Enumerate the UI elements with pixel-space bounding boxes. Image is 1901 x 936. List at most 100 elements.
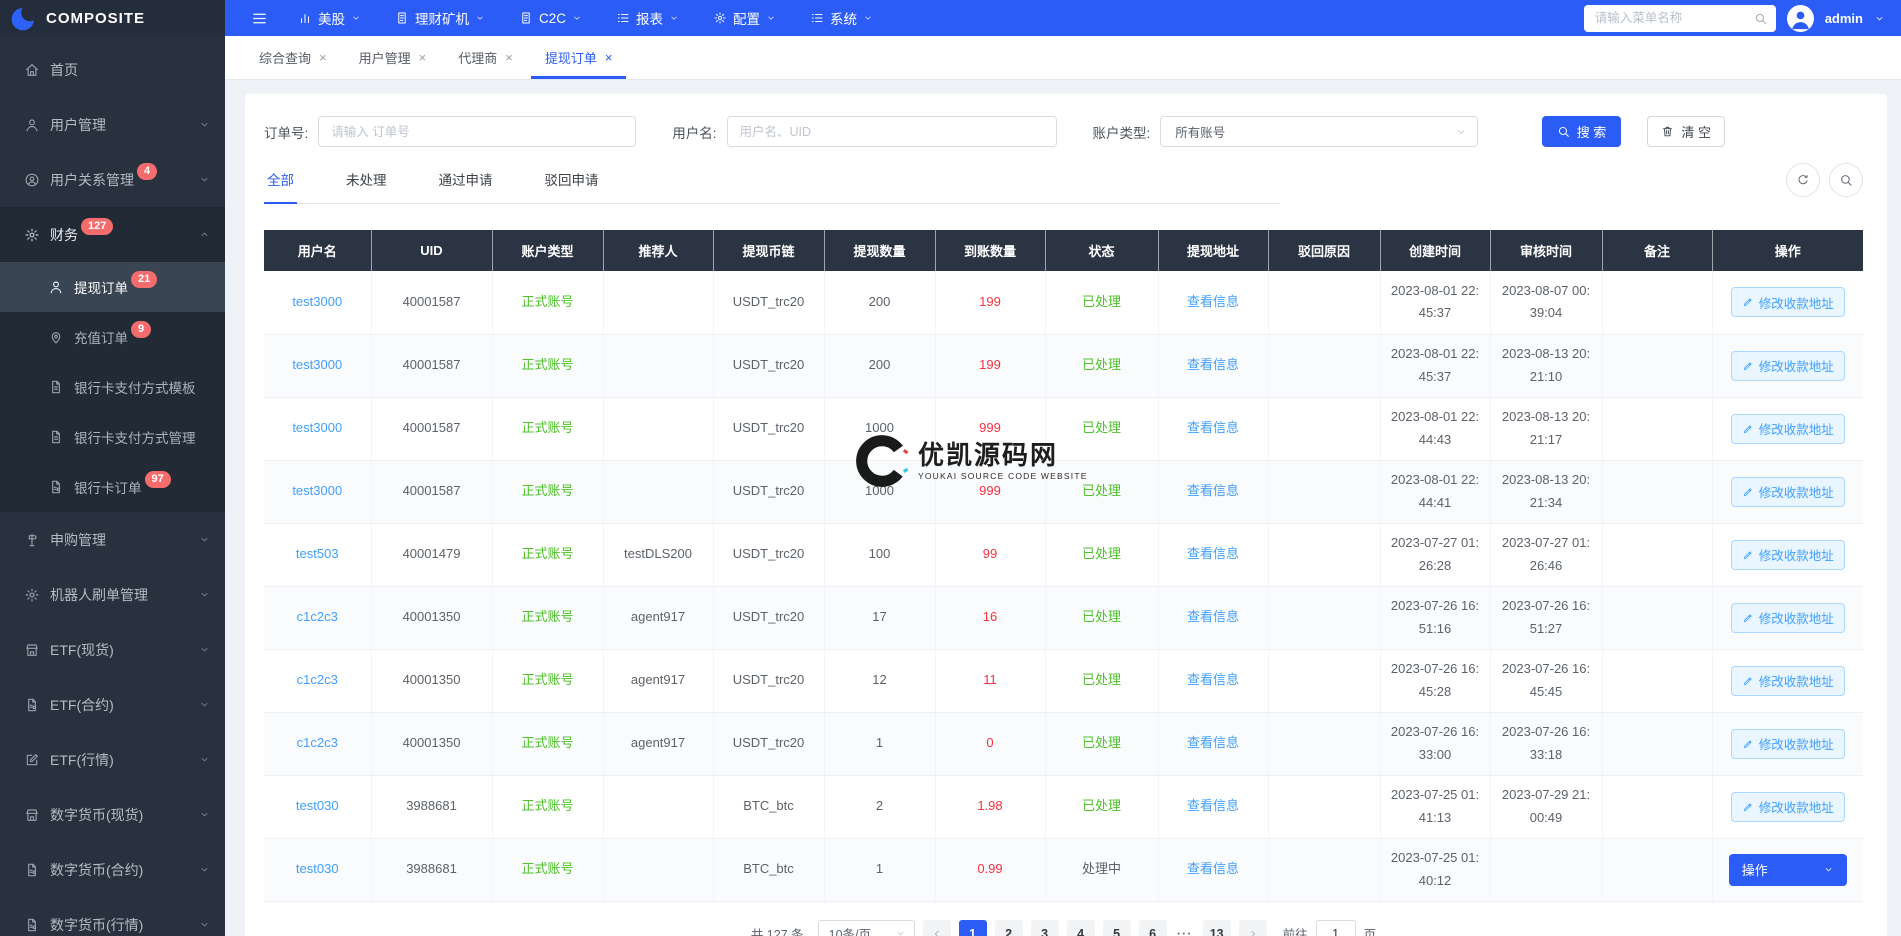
username-link[interactable]: test3000: [292, 357, 342, 372]
withdraw-qty-cell: 17: [824, 586, 935, 649]
close-icon[interactable]: ×: [605, 50, 613, 65]
sidebar-item-首页[interactable]: 首页: [0, 42, 225, 97]
withdraw-address-cell: 查看信息: [1158, 649, 1268, 712]
edit-payment-address-button[interactable]: 修改收款地址: [1731, 351, 1845, 381]
sidebar-item-用户管理[interactable]: 用户管理: [0, 97, 225, 152]
view-address-link[interactable]: 查看信息: [1187, 861, 1239, 876]
sidebar-item-机器人刷单管理[interactable]: 机器人刷单管理: [0, 567, 225, 622]
subtab-未处理[interactable]: 未处理: [343, 167, 390, 204]
username-link[interactable]: test3000: [292, 420, 342, 435]
sidebar-item-银行卡支付方式模板[interactable]: 银行卡支付方式模板: [0, 362, 225, 412]
edit-payment-address-button[interactable]: 修改收款地址: [1731, 603, 1845, 633]
username-link[interactable]: test3000: [292, 294, 342, 309]
top-menu-报表[interactable]: 报表: [616, 8, 679, 28]
sidebar-item-label: ETF(现货): [50, 640, 114, 660]
hamburger-menu-icon[interactable]: [251, 10, 268, 27]
open-tab-综合查询[interactable]: 综合查询×: [243, 36, 343, 79]
top-menu-系统[interactable]: 系统: [810, 8, 873, 28]
account-type-select[interactable]: 所有账号: [1160, 116, 1478, 147]
menu-search-input[interactable]: [1595, 11, 1754, 25]
next-page-button[interactable]: [1239, 920, 1267, 936]
username-link[interactable]: c1c2c3: [297, 609, 338, 624]
open-tab-代理商[interactable]: 代理商×: [442, 36, 529, 79]
top-menu-C2C[interactable]: C2C: [519, 11, 582, 26]
edit-payment-address-button[interactable]: 修改收款地址: [1731, 540, 1845, 570]
username-label[interactable]: admin: [1825, 11, 1863, 26]
app-logo[interactable]: COMPOSITE: [0, 0, 225, 36]
username-link[interactable]: c1c2c3: [297, 672, 338, 687]
arrival-qty-text: 999: [979, 483, 1001, 498]
username-input[interactable]: [727, 116, 1057, 147]
review-time-cell: 2023-07-27 01:26:46: [1490, 523, 1602, 586]
open-tab-用户管理[interactable]: 用户管理×: [343, 36, 443, 79]
subtab-全部[interactable]: 全部: [264, 167, 297, 204]
prev-page-button[interactable]: [923, 920, 951, 936]
sidebar-item-ETF(现货)[interactable]: ETF(现货): [0, 622, 225, 677]
view-address-link[interactable]: 查看信息: [1187, 546, 1239, 561]
close-icon[interactable]: ×: [419, 50, 427, 65]
close-icon[interactable]: ×: [319, 50, 327, 65]
refresh-button[interactable]: [1786, 163, 1820, 197]
view-address-link[interactable]: 查看信息: [1187, 672, 1239, 687]
sidebar-item-数字货币(合约)[interactable]: 数字货币(合约): [0, 842, 225, 897]
sidebar-item-ETF(行情)[interactable]: ETF(行情): [0, 732, 225, 787]
sidebar-item-数字货币(现货)[interactable]: 数字货币(现货): [0, 787, 225, 842]
sidebar-item-数字货币(行情)[interactable]: 数字货币(行情): [0, 897, 225, 936]
user-menu-chevron-icon[interactable]: [1874, 13, 1885, 24]
close-icon[interactable]: ×: [505, 50, 513, 65]
view-address-link[interactable]: 查看信息: [1187, 798, 1239, 813]
top-menu-label: 系统: [830, 8, 857, 28]
page-size-select[interactable]: 10条/页: [818, 920, 915, 936]
sidebar-item-财务[interactable]: 财务127: [0, 207, 225, 262]
view-address-link[interactable]: 查看信息: [1187, 609, 1239, 624]
page-number-13[interactable]: 13: [1203, 920, 1231, 936]
table-search-button[interactable]: [1829, 163, 1863, 197]
goto-page-input[interactable]: [1316, 920, 1356, 936]
page-number-6[interactable]: 6: [1139, 920, 1167, 936]
username-link[interactable]: test3000: [292, 483, 342, 498]
username-link[interactable]: test030: [296, 861, 339, 876]
top-menu-美股[interactable]: 美股: [298, 8, 361, 28]
top-menu-理财矿机[interactable]: 理财矿机: [395, 8, 485, 28]
username-filter-label: 用户名:: [672, 122, 716, 142]
top-menu-配置[interactable]: 配置: [713, 8, 776, 28]
search-icon[interactable]: [1754, 12, 1767, 25]
subtab-通过申请[interactable]: 通过申请: [436, 167, 496, 204]
username-link[interactable]: test503: [296, 546, 339, 561]
page-number-5[interactable]: 5: [1103, 920, 1131, 936]
action-dropdown-button[interactable]: 操作: [1729, 854, 1847, 886]
sidebar-item-银行卡订单[interactable]: 银行卡订单97: [0, 462, 225, 512]
page-number-3[interactable]: 3: [1031, 920, 1059, 936]
view-address-link[interactable]: 查看信息: [1187, 357, 1239, 372]
username-link[interactable]: c1c2c3: [297, 735, 338, 750]
search-button[interactable]: 搜 索: [1542, 116, 1622, 147]
page-number-4[interactable]: 4: [1067, 920, 1095, 936]
sidebar-item-ETF(合约)[interactable]: ETF(合约): [0, 677, 225, 732]
username-link[interactable]: test030: [296, 798, 339, 813]
sidebar-item-充值订单[interactable]: 充值订单9: [0, 312, 225, 362]
reject-reason-cell: [1268, 775, 1380, 838]
open-tab-提现订单[interactable]: 提现订单×: [529, 36, 629, 79]
clear-button[interactable]: 清 空: [1647, 116, 1725, 147]
view-address-link[interactable]: 查看信息: [1187, 420, 1239, 435]
user-avatar[interactable]: [1787, 5, 1814, 32]
view-address-link[interactable]: 查看信息: [1187, 735, 1239, 750]
edit-payment-address-button[interactable]: 修改收款地址: [1731, 287, 1845, 317]
edit-payment-address-button[interactable]: 修改收款地址: [1731, 477, 1845, 507]
sidebar-item-用户关系管理[interactable]: 用户关系管理4: [0, 152, 225, 207]
col-header-actions: 操作: [1712, 230, 1863, 271]
sidebar-item-提现订单[interactable]: 提现订单21: [0, 262, 225, 312]
edit-payment-address-button[interactable]: 修改收款地址: [1731, 414, 1845, 444]
view-address-link[interactable]: 查看信息: [1187, 294, 1239, 309]
order-no-input[interactable]: [318, 116, 636, 147]
subtab-驳回申请[interactable]: 驳回申请: [542, 167, 602, 204]
edit-payment-address-button[interactable]: 修改收款地址: [1731, 792, 1845, 822]
edit-payment-address-button[interactable]: 修改收款地址: [1731, 666, 1845, 696]
page-number-1[interactable]: 1: [959, 920, 987, 936]
edit-payment-address-button[interactable]: 修改收款地址: [1731, 729, 1845, 759]
sidebar-item-银行卡支付方式管理[interactable]: 银行卡支付方式管理: [0, 412, 225, 462]
sidebar-item-申购管理[interactable]: 申购管理: [0, 512, 225, 567]
page-number-2[interactable]: 2: [995, 920, 1023, 936]
userCircle-icon: [24, 172, 40, 188]
view-address-link[interactable]: 查看信息: [1187, 483, 1239, 498]
